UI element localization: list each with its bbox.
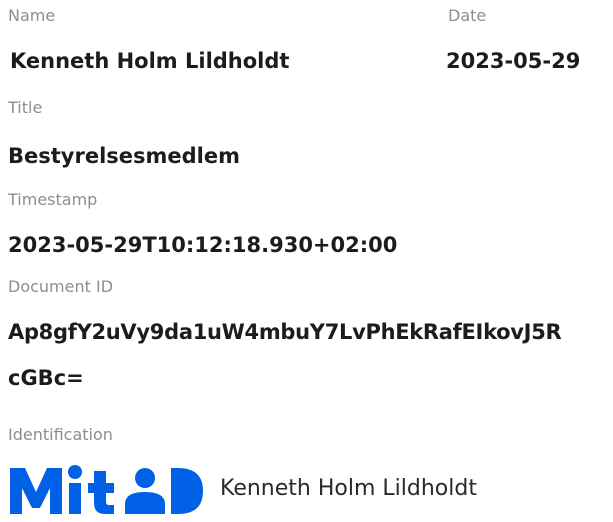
identification-name: Kenneth Holm Lildholdt — [220, 475, 477, 501]
name-value: Kenneth Holm Lildholdt — [10, 49, 290, 73]
name-label: Name — [8, 6, 56, 25]
document-id-label: Document ID — [8, 277, 114, 296]
date-value: 2023-05-29 — [446, 49, 581, 73]
timestamp-value: 2023-05-29T10:12:18.930+02:00 — [8, 233, 398, 257]
mitid-logo — [10, 465, 203, 514]
title-value: Bestyrelsesmedlem — [8, 144, 240, 168]
identification-row: Kenneth Holm Lildholdt — [8, 458, 477, 518]
identification-label: Identification — [8, 425, 113, 444]
document-id-value-line-2: cGBc= — [8, 366, 84, 390]
title-label: Title — [8, 98, 43, 117]
document-id-value-line-1: Ap8gfY2uVy9da1uW4mbuY7LvPhEkRafEIkovJ5R — [8, 320, 562, 344]
date-label: Date — [448, 6, 487, 25]
timestamp-label: Timestamp — [8, 190, 98, 209]
